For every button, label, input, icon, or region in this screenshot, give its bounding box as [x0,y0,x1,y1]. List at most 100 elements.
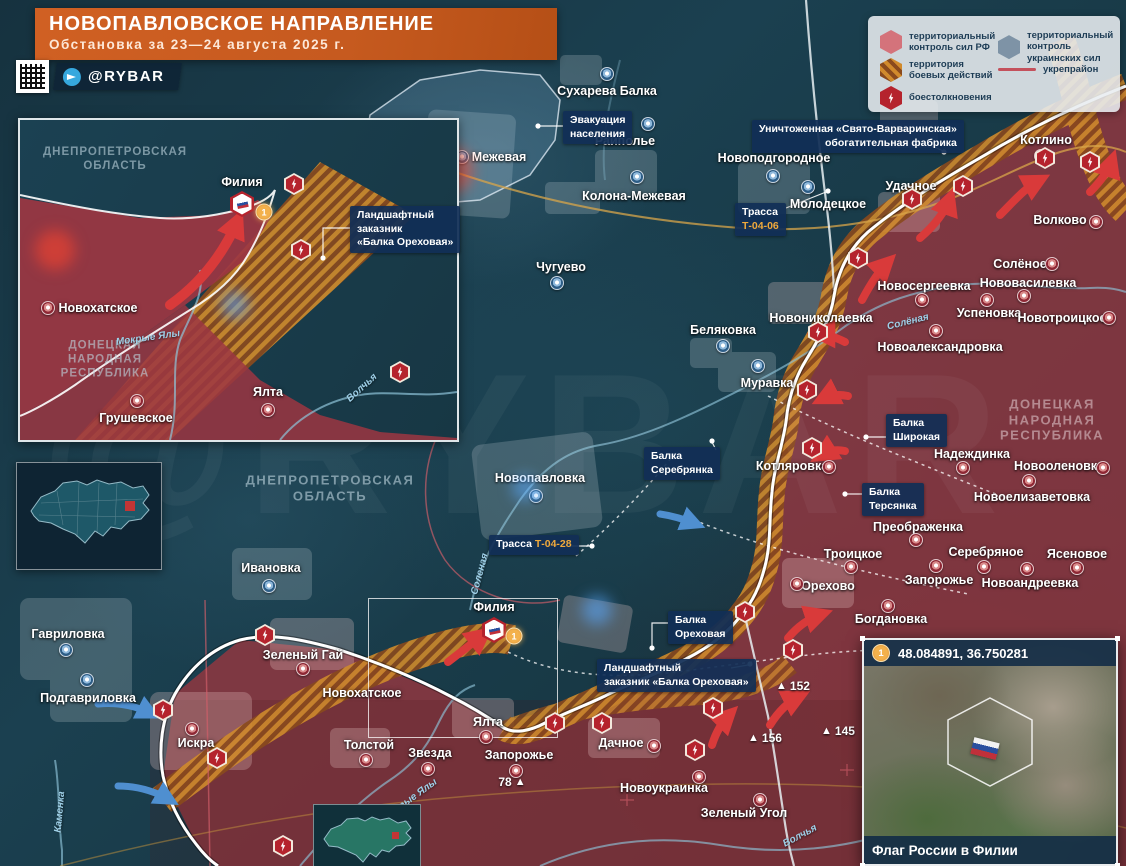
place-label: Надеждинка [934,447,1010,461]
place-marker [1017,289,1031,303]
place-label: Орехово [801,579,855,593]
rf-control-icon [880,30,902,54]
place-marker [185,722,199,736]
place-label: Солёное [993,257,1046,271]
height-marker: ▲156 [748,731,782,745]
region-label: ДНЕПРОПЕТРОВСКАЯ ОБЛАСТЬ [43,146,187,174]
place-label: Филия [473,600,514,614]
photo-caption-bar: Флаг России в Филии [864,836,1116,864]
clash-icon [390,361,410,383]
place-marker [130,394,144,408]
place-label: Филия [221,175,262,189]
clash-icon [284,173,304,195]
flag-marker [230,191,254,217]
place-marker [1102,311,1116,325]
place-marker [296,662,310,676]
place-label: Котлино [1020,133,1072,147]
region-label: ДНЕПРОПЕТРОВСКАЯ ОБЛАСТЬ [246,472,415,503]
place-label: Толстой [344,738,394,752]
place-marker [844,560,858,574]
photo-coordinates: 48.084891, 36.750281 [898,646,1028,661]
place-marker [261,403,275,417]
height-marker: ▲145 [821,724,855,738]
height-marker: ▲152 [776,679,810,693]
place-marker [790,577,804,591]
callout-box: Ландшафтныйзаказник«Балка Ореховая» [350,206,460,253]
place-label: Гавриловка [31,627,104,641]
place-marker [1020,562,1034,576]
callout-box: Трасса Т-04-28 [489,535,579,555]
clash-icon [592,712,612,734]
place-label: Успеновка [957,306,1022,320]
callout-box: Ландшафтныйзаказник «Балка Ореховая» [597,659,756,692]
callout-box: БалкаОреховая [668,611,733,644]
place-label: Беляковка [690,323,756,337]
place-label: Зеленый Угол [701,806,788,820]
place-label: Новоподгородное [718,151,831,165]
river-label: Каменка [53,791,68,833]
fortified-line-icon [998,68,1036,71]
place-marker [716,339,730,353]
combat-zone-icon [880,58,902,82]
place-label: Муравка [741,376,794,390]
place-label: Звезда [408,746,451,760]
place-marker [980,293,994,307]
channel-name: @RYBAR [88,68,164,85]
channel-badge: @RYBAR [53,63,182,90]
clash-icon [545,712,565,734]
river-label: Солёная [886,312,930,333]
clash-icon [273,835,293,857]
clash-icon [153,699,173,721]
ukraine-minimap-bottom [313,804,421,866]
place-label: Богдановка [855,612,927,626]
clash-icon [735,601,755,623]
place-marker [479,730,493,744]
place-marker [751,359,765,373]
legend-item-ua-control: территориальный контроль украинских сил [998,30,1119,64]
place-marker [753,793,767,807]
river-label: Соленая [469,552,491,596]
place-label: Нововасилевка [980,276,1077,290]
place-label: Искра [178,736,215,750]
place-label: Волково [1033,213,1086,227]
place-marker [1045,257,1059,271]
ukraine-minimap [16,462,162,570]
clash-icon [953,175,973,197]
place-marker [929,559,943,573]
clash-icon [685,739,705,761]
map-canvas: @RYBAR ДНЕПРОПЕТРОВСКАЯ ОБЛАСТЬДОНЕЦКАЯ … [0,0,1126,866]
place-marker [915,293,929,307]
clash-icon [703,697,723,719]
place-marker [1096,461,1110,475]
river-label: Волчья [345,372,380,405]
flag-marker [482,617,506,643]
clash-icon [797,379,817,401]
place-label: Новооленовка [1014,459,1104,473]
place-marker [80,673,94,687]
glow-marker [35,230,75,270]
place-label: Троицкое [824,547,882,561]
place-marker [1022,474,1036,488]
place-label: Новоандреевка [982,576,1079,590]
place-marker [647,739,661,753]
place-label: Серебряное [948,545,1023,559]
place-marker [1070,561,1084,575]
place-label: Новохатское [323,686,402,700]
place-label: Грушевское [99,411,172,425]
photo-caption: Флаг России в Филии [872,843,1018,858]
place-label: Запорожье [485,748,554,762]
photo-inset: 1 48.084891, 36.750281 Флаг России в Фил… [862,638,1118,866]
place-label: Подгавриловка [40,691,136,705]
inset-map: ДНЕПРОПЕТРОВСКАЯ ОБЛАСТЬДОНЕЦКАЯ НАРОДНА… [18,118,459,442]
place-label: Новоелизаветовка [974,490,1090,504]
place-label: Ялта [473,715,503,729]
place-label: Новоалександровка [877,340,1002,354]
legend-item-fortified: укрепрайон [998,64,1126,75]
place-label: Сухарева Балка [557,84,657,98]
place-marker [630,170,644,184]
place-label: Новохатское [59,301,138,315]
clash-icon [848,247,868,269]
place-label: Чугуево [536,260,586,274]
place-label: Ясеновое [1047,547,1107,561]
title-banner: НОВОПАВЛОВСКОЕ НАПРАВЛЕНИЕ Обстановка за… [35,8,557,60]
